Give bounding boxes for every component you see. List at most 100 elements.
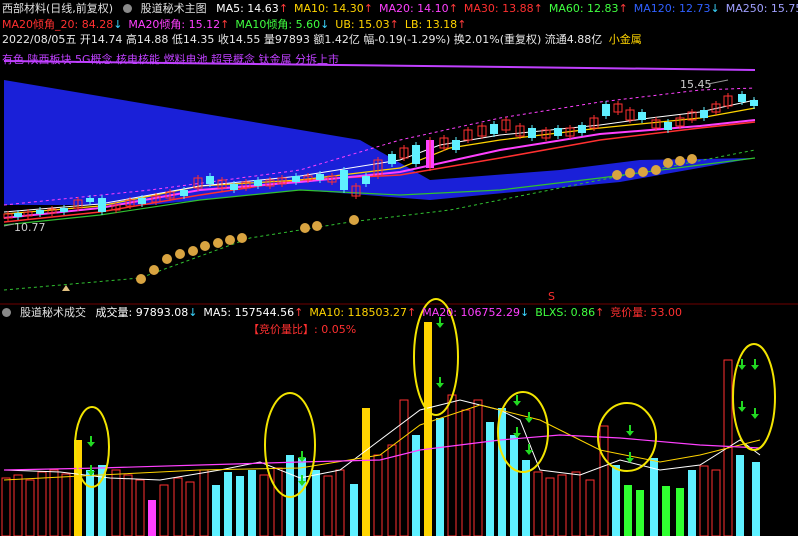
volume-bar [173, 477, 183, 536]
volume-bar [199, 469, 209, 536]
volume-bar [86, 470, 94, 536]
arrow-down-icon [513, 427, 521, 438]
volume-indicator-name[interactable]: 股道秘术成交 [20, 306, 86, 319]
volume-bar [522, 460, 530, 536]
volume-bar [74, 440, 82, 536]
arrow-up-icon: ↑ [389, 18, 399, 31]
green-arrow-markers [87, 317, 759, 486]
volume-legend: 成交量: 97893.08↓ MA5: 157544.56↑ MA10: 11850… [96, 306, 689, 319]
legend-label: MA30: 13.88 [463, 2, 534, 15]
volume-bar [533, 471, 543, 536]
volume-bar [123, 474, 133, 536]
volume-bar [473, 399, 483, 536]
volume-bar [498, 408, 506, 536]
legend-label: MA120: 12.73 [633, 2, 711, 15]
arrow-down-icon [87, 465, 95, 476]
money-bag-icon [200, 241, 210, 251]
legend-item: MA10: 14.30↑ [294, 2, 373, 15]
volume-bar [273, 467, 283, 536]
money-bag-icon [349, 215, 359, 225]
concept-tags[interactable]: 有色 陕西板块 5G概念 核电核能 燃料电池 超导概念 钛金属 分拆上市 [2, 53, 339, 66]
legend-item: 成交量: 97893.08↓ [96, 306, 198, 319]
volume-bar [224, 472, 232, 536]
arrow-down-icon [525, 444, 533, 455]
money-bag-icon [162, 254, 172, 264]
arrow-up-icon: ↑ [363, 2, 373, 15]
volume-bar [236, 476, 244, 536]
volume-bar [212, 485, 220, 536]
arrow-up-icon: ↑ [533, 2, 543, 15]
volume-bar [711, 469, 721, 536]
highlight-circle [264, 392, 316, 498]
arrow-down-icon [738, 401, 746, 412]
legend-item: BLXS: 0.86↑ [535, 306, 604, 319]
legend-label: BLXS: 0.86 [535, 306, 596, 319]
volume-bar [585, 479, 595, 536]
arrow-up-icon: ↑ [618, 2, 628, 15]
vol-ma20-line [3, 434, 761, 471]
legend-item: MA30: 13.88↑ [464, 2, 543, 15]
legend-label: MA250: 15.75 [725, 2, 798, 15]
legend-label: MA10: 118503.27 [309, 306, 408, 319]
volume-bar [259, 474, 269, 536]
legend-item: MA20倾角_20: 84.28↓ [2, 18, 122, 31]
arrow-up-icon: ↑ [220, 18, 230, 31]
volume-bar [25, 479, 35, 536]
arrow-up-icon: ↑ [407, 306, 417, 319]
highlight-circle [497, 391, 549, 473]
sector-tag[interactable]: 小金属 [609, 33, 642, 46]
money-bag-icon [625, 168, 635, 178]
money-bag-icon [175, 249, 185, 259]
legend-label: MA10倾角: 5.60 [235, 18, 321, 31]
arrow-up-icon: ↑ [448, 2, 458, 15]
settings-icon[interactable] [122, 2, 135, 15]
volume-bar [636, 490, 644, 536]
money-bag-icon [651, 165, 661, 175]
legend-label: 竞价量: 53.00 [610, 306, 682, 319]
arrow-down-icon [751, 359, 759, 370]
arrow-down-icon: ↓ [710, 2, 720, 15]
volume-bar [752, 462, 760, 536]
arrow-up-icon: ↑ [278, 2, 289, 15]
legend-item: MA60: 12.83↑ [549, 2, 628, 15]
volume-bar [13, 474, 23, 536]
volume-header: 股道秘术成交 成交量: 97893.08↓ MA5: 157544.56↑ MA10… [2, 306, 694, 320]
arrow-down-icon [626, 452, 634, 463]
volume-bar [447, 394, 457, 536]
volume-bar [350, 484, 358, 536]
arrow-down-icon: ↓ [320, 18, 330, 31]
legend-label: MA20倾角_20: 84.28 [2, 18, 114, 31]
legend-item: LB: 13.18↑ [405, 18, 467, 31]
volume-bar [699, 465, 709, 536]
arrow-down-icon [436, 377, 444, 388]
arrow-down-icon [298, 451, 306, 462]
volume-bar [571, 471, 581, 536]
volume-bar [98, 465, 106, 536]
legend-label: LB: 13.18 [404, 18, 458, 31]
arrow-down-icon [298, 475, 306, 486]
price-low-label: 10.77 [14, 221, 46, 234]
legend-item: MA20: 106752.29↓ [422, 306, 529, 319]
arrow-down-icon [738, 359, 746, 370]
main-indicator-name[interactable]: 股道秘术主图 [141, 2, 207, 15]
volume-bar [248, 470, 256, 536]
legend-label: 成交量: 97893.08 [95, 306, 189, 319]
vol-ma10-line [3, 404, 761, 481]
money-bag-icon [237, 233, 247, 243]
vol-ma5-line [3, 399, 761, 481]
volume-bar [545, 477, 555, 536]
sell-marker: S [548, 290, 555, 300]
volume-bar [111, 469, 121, 536]
header-row-2: MA20倾角_20: 84.28↓ MA20倾角: 15.12↑ MA10倾角: 5… [2, 18, 478, 32]
settings-icon[interactable] [2, 306, 14, 319]
money-bag-icon [300, 223, 310, 233]
arrow-up-icon: ↑ [294, 306, 304, 319]
highlight-circle [597, 402, 657, 472]
trend-band [4, 80, 755, 205]
volume-bar [688, 470, 696, 536]
quote-text: 2022/08/05五 开14.74 高14.88 低14.35 收14.55 … [2, 33, 603, 46]
volume-bar [37, 471, 47, 536]
volume-bar [61, 473, 71, 536]
volume-bar [510, 435, 518, 536]
stock-title[interactable]: 西部材料(日线,前复权) [2, 2, 113, 15]
